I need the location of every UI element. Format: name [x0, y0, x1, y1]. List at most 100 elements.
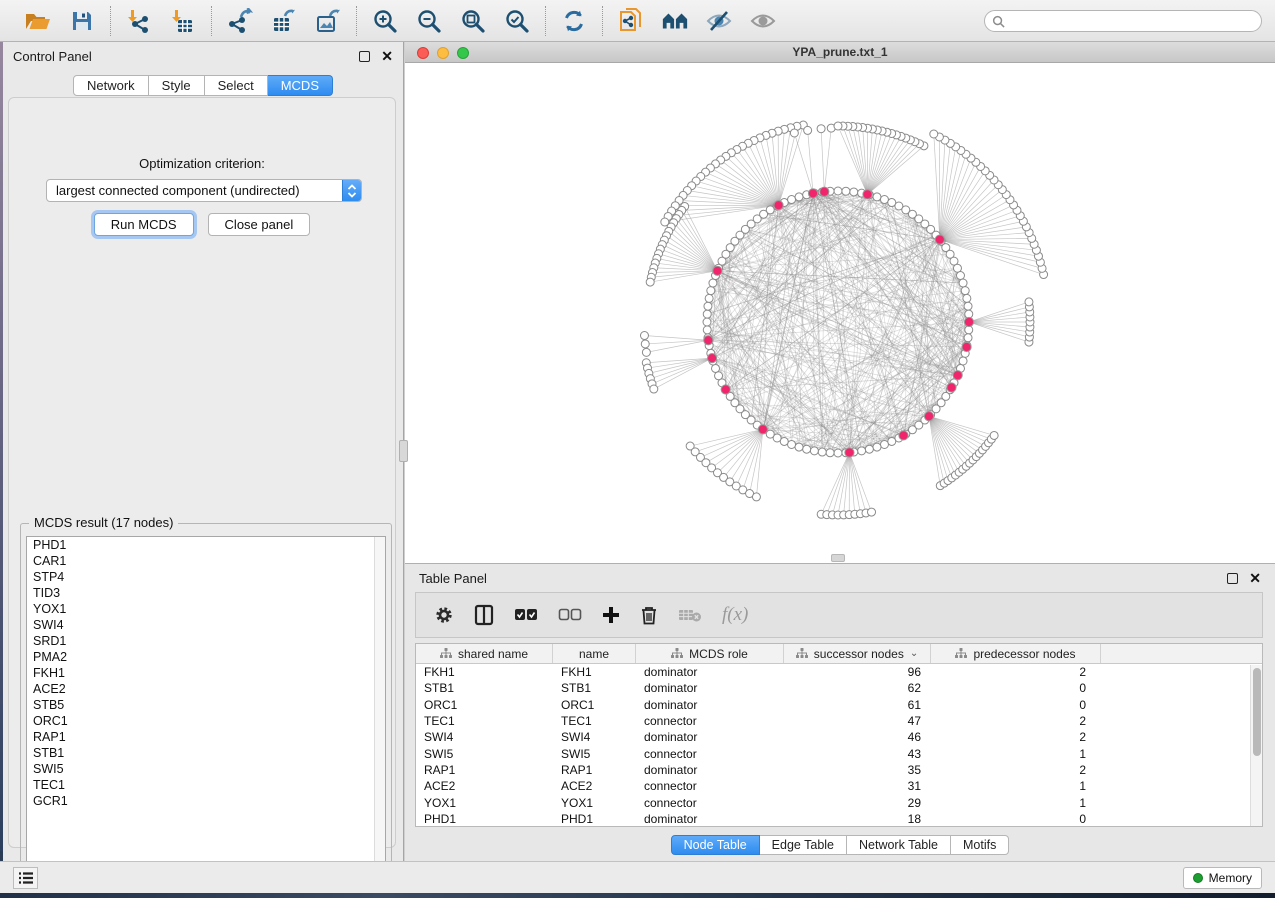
- show-all-icon[interactable]: [749, 7, 777, 35]
- cell-MCDS-role[interactable]: dominator: [636, 812, 784, 826]
- network-graph[interactable]: [405, 63, 1275, 563]
- task-history-button[interactable]: [13, 867, 38, 889]
- cell-successor-nodes[interactable]: 29: [784, 796, 931, 810]
- cell-MCDS-role[interactable]: connector: [636, 796, 784, 810]
- cell-shared-name[interactable]: ACE2: [416, 779, 553, 793]
- cell-predecessor-nodes[interactable]: 1: [931, 779, 1101, 793]
- mcds-result-item[interactable]: PMA2: [27, 649, 385, 665]
- cell-shared-name[interactable]: SWI4: [416, 730, 553, 744]
- table-row[interactable]: SWI4SWI4dominator462: [416, 729, 1262, 745]
- save-icon[interactable]: [68, 7, 96, 35]
- cell-MCDS-role[interactable]: dominator: [636, 698, 784, 712]
- export-image-icon[interactable]: [314, 7, 342, 35]
- close-panel-icon[interactable]: ✕: [381, 51, 393, 62]
- delete-column-trash-icon[interactable]: [640, 605, 658, 625]
- mcds-result-list[interactable]: PHD1CAR1STP4TID3YOX1SWI4SRD1PMA2FKH1ACE2…: [26, 536, 386, 888]
- mcds-result-item[interactable]: TID3: [27, 585, 385, 601]
- cell-MCDS-role[interactable]: dominator: [636, 665, 784, 679]
- cell-shared-name[interactable]: PHD1: [416, 812, 553, 826]
- table-row[interactable]: RAP1RAP1dominator352: [416, 762, 1262, 778]
- minimize-window-icon[interactable]: [437, 47, 449, 59]
- table-row[interactable]: SWI5SWI5connector431: [416, 745, 1262, 761]
- export-table-icon[interactable]: [270, 7, 298, 35]
- delete-table-icon[interactable]: [678, 607, 702, 623]
- show-columns-icon[interactable]: [474, 604, 494, 626]
- zoom-fit-icon[interactable]: [459, 7, 487, 35]
- cell-successor-nodes[interactable]: 47: [784, 714, 931, 728]
- cell-shared-name[interactable]: YOX1: [416, 796, 553, 810]
- close-panel-button[interactable]: Close panel: [208, 213, 311, 236]
- column-header-shared-name[interactable]: shared name: [416, 644, 553, 663]
- cell-MCDS-role[interactable]: connector: [636, 779, 784, 793]
- mcds-result-item[interactable]: ORC1: [27, 713, 385, 729]
- neighbors-icon[interactable]: [661, 7, 689, 35]
- refresh-icon[interactable]: [560, 7, 588, 35]
- zoom-selected-icon[interactable]: [503, 7, 531, 35]
- cell-successor-nodes[interactable]: 62: [784, 681, 931, 695]
- mcds-result-item[interactable]: SWI4: [27, 617, 385, 633]
- cell-shared-name[interactable]: STB1: [416, 681, 553, 695]
- cell-shared-name[interactable]: RAP1: [416, 763, 553, 777]
- mcds-result-item[interactable]: STB1: [27, 745, 385, 761]
- criterion-dropdown[interactable]: largest connected component (undirected): [46, 179, 362, 202]
- cell-successor-nodes[interactable]: 46: [784, 730, 931, 744]
- mcds-result-item[interactable]: CAR1: [27, 553, 385, 569]
- maximize-window-icon[interactable]: [457, 47, 469, 59]
- zoom-out-icon[interactable]: [415, 7, 443, 35]
- tab-network[interactable]: Network: [73, 75, 149, 96]
- cell-predecessor-nodes[interactable]: 0: [931, 681, 1101, 695]
- canvas-splitter-grip[interactable]: [831, 554, 845, 562]
- cell-shared-name[interactable]: SWI5: [416, 747, 553, 761]
- cell-name[interactable]: RAP1: [553, 763, 636, 777]
- column-header-name[interactable]: name: [553, 644, 636, 663]
- tab-mcds[interactable]: MCDS: [268, 75, 333, 96]
- cell-predecessor-nodes[interactable]: 2: [931, 714, 1101, 728]
- float-panel-icon[interactable]: [359, 51, 370, 62]
- table-row[interactable]: YOX1YOX1connector291: [416, 794, 1262, 810]
- cell-shared-name[interactable]: FKH1: [416, 665, 553, 679]
- cell-successor-nodes[interactable]: 31: [784, 779, 931, 793]
- cell-shared-name[interactable]: TEC1: [416, 714, 553, 728]
- mcds-result-item[interactable]: RAP1: [27, 729, 385, 745]
- zoom-in-icon[interactable]: [371, 7, 399, 35]
- cell-predecessor-nodes[interactable]: 2: [931, 665, 1101, 679]
- table-scrollbar-thumb[interactable]: [1253, 668, 1261, 756]
- cell-successor-nodes[interactable]: 18: [784, 812, 931, 826]
- cell-MCDS-role[interactable]: dominator: [636, 681, 784, 695]
- panel-splitter-grip[interactable]: [399, 440, 408, 462]
- cell-predecessor-nodes[interactable]: 1: [931, 796, 1101, 810]
- table-row[interactable]: ACE2ACE2connector311: [416, 778, 1262, 794]
- close-window-icon[interactable]: [417, 47, 429, 59]
- cell-MCDS-role[interactable]: connector: [636, 714, 784, 728]
- mcds-result-item[interactable]: SWI5: [27, 761, 385, 777]
- import-network-icon[interactable]: [125, 7, 153, 35]
- add-column-icon[interactable]: [602, 606, 620, 624]
- deselect-all-icon[interactable]: [558, 608, 582, 622]
- tab-style[interactable]: Style: [149, 75, 205, 96]
- cell-name[interactable]: TEC1: [553, 714, 636, 728]
- cell-successor-nodes[interactable]: 35: [784, 763, 931, 777]
- mcds-result-item[interactable]: STB5: [27, 697, 385, 713]
- tab-network-table[interactable]: Network Table: [847, 835, 951, 855]
- cell-name[interactable]: FKH1: [553, 665, 636, 679]
- tab-node-table[interactable]: Node Table: [671, 835, 760, 855]
- import-table-icon[interactable]: [169, 7, 197, 35]
- cell-predecessor-nodes[interactable]: 0: [931, 812, 1101, 826]
- close-table-panel-icon[interactable]: ✕: [1249, 573, 1261, 584]
- cell-name[interactable]: SWI4: [553, 730, 636, 744]
- clone-network-icon[interactable]: [617, 7, 645, 35]
- table-row[interactable]: PHD1PHD1dominator180: [416, 811, 1262, 827]
- mcds-result-item[interactable]: GCR1: [27, 793, 385, 809]
- cell-predecessor-nodes[interactable]: 0: [931, 698, 1101, 712]
- function-builder-icon[interactable]: f(x): [722, 604, 748, 626]
- search-input[interactable]: [1010, 12, 1261, 30]
- tab-motifs[interactable]: Motifs: [951, 835, 1009, 855]
- cell-name[interactable]: ACE2: [553, 779, 636, 793]
- cell-name[interactable]: PHD1: [553, 812, 636, 826]
- mcds-list-scrollbar[interactable]: [374, 537, 385, 887]
- table-row[interactable]: FKH1FKH1dominator962: [416, 664, 1262, 680]
- cell-name[interactable]: ORC1: [553, 698, 636, 712]
- cell-MCDS-role[interactable]: connector: [636, 747, 784, 761]
- column-header-predecessor-nodes[interactable]: predecessor nodes: [931, 644, 1101, 663]
- mcds-result-item[interactable]: TEC1: [27, 777, 385, 793]
